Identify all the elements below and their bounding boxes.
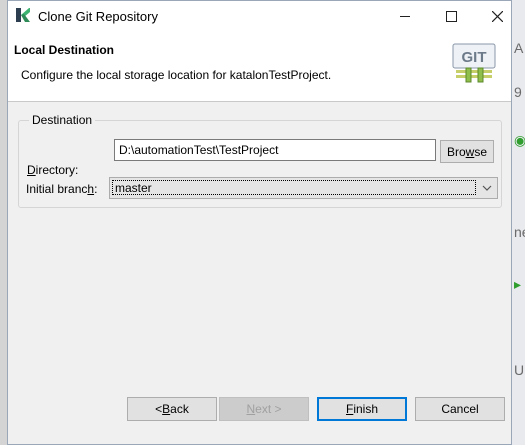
finish-label-rest: inish [353, 402, 379, 416]
browse-button[interactable]: Bro w se [440, 140, 494, 163]
directory-label-text-rest: irectory: [35, 163, 79, 177]
maximize-icon [445, 10, 457, 22]
browse-label-rest: se [474, 144, 488, 159]
wizard-banner: Local Destination Configure the local st… [8, 31, 511, 102]
wizard-content: Destination Directory: Browse Initial br… [8, 102, 511, 382]
browse-label-mnemonic: w [465, 144, 475, 159]
back-button[interactable]: < Back [127, 397, 217, 421]
git-icon: GIT [452, 43, 496, 83]
initial-branch-label-text: Initial branc [26, 182, 88, 196]
chevron-down-icon [482, 185, 492, 191]
title-bar: Clone Git Repository [8, 1, 511, 31]
minimize-icon [400, 15, 410, 17]
directory-input[interactable] [114, 139, 436, 161]
background-fragment: ne [514, 224, 525, 240]
minimize-button[interactable] [382, 1, 428, 31]
katalon-logo-icon [16, 8, 30, 22]
background-fragment: ◉ [514, 132, 525, 148]
background-fragment: ▸ [514, 276, 522, 292]
finish-button[interactable]: Finish [317, 397, 407, 421]
back-label: < [155, 402, 163, 416]
page-title: Local Destination [14, 43, 115, 57]
window-title: Clone Git Repository [38, 9, 158, 24]
next-button[interactable]: Next > [219, 397, 309, 421]
directory-label: Directory: [27, 163, 78, 177]
wizard-footer: < Back Next > Finish Cancel [8, 382, 511, 444]
close-icon [491, 10, 503, 22]
maximize-button[interactable] [428, 1, 474, 31]
git-icon-label: GIT [462, 49, 487, 66]
next-label-rest: ext > [255, 402, 282, 416]
background-fragment: U [514, 362, 525, 378]
background-fragment: 9 [514, 84, 522, 100]
destination-group-label: Destination [29, 113, 96, 127]
close-button[interactable] [474, 1, 520, 31]
initial-branch-label-rest: : [94, 182, 98, 196]
clone-git-repository-dialog: Clone Git Repository Local Destination C… [7, 0, 512, 445]
cancel-button[interactable]: Cancel [415, 397, 505, 421]
initial-branch-select[interactable]: master [109, 177, 498, 199]
directory-label-mnemonic: D [27, 163, 36, 177]
finish-label-mnemonic: F [345, 402, 354, 416]
initial-branch-label: Initial branch: [26, 182, 97, 196]
browse-label: Bro [446, 144, 466, 159]
back-label-mnemonic: B [162, 402, 171, 416]
initial-branch-value: master [112, 180, 476, 195]
page-description: Configure the local storage location for… [21, 68, 332, 82]
background-window-strip: A 9 ◉ ne ▸ U [512, 0, 525, 445]
background-fragment: A [514, 40, 524, 56]
back-label-rest: ack [170, 402, 189, 416]
next-label-mnemonic: N [246, 402, 256, 416]
